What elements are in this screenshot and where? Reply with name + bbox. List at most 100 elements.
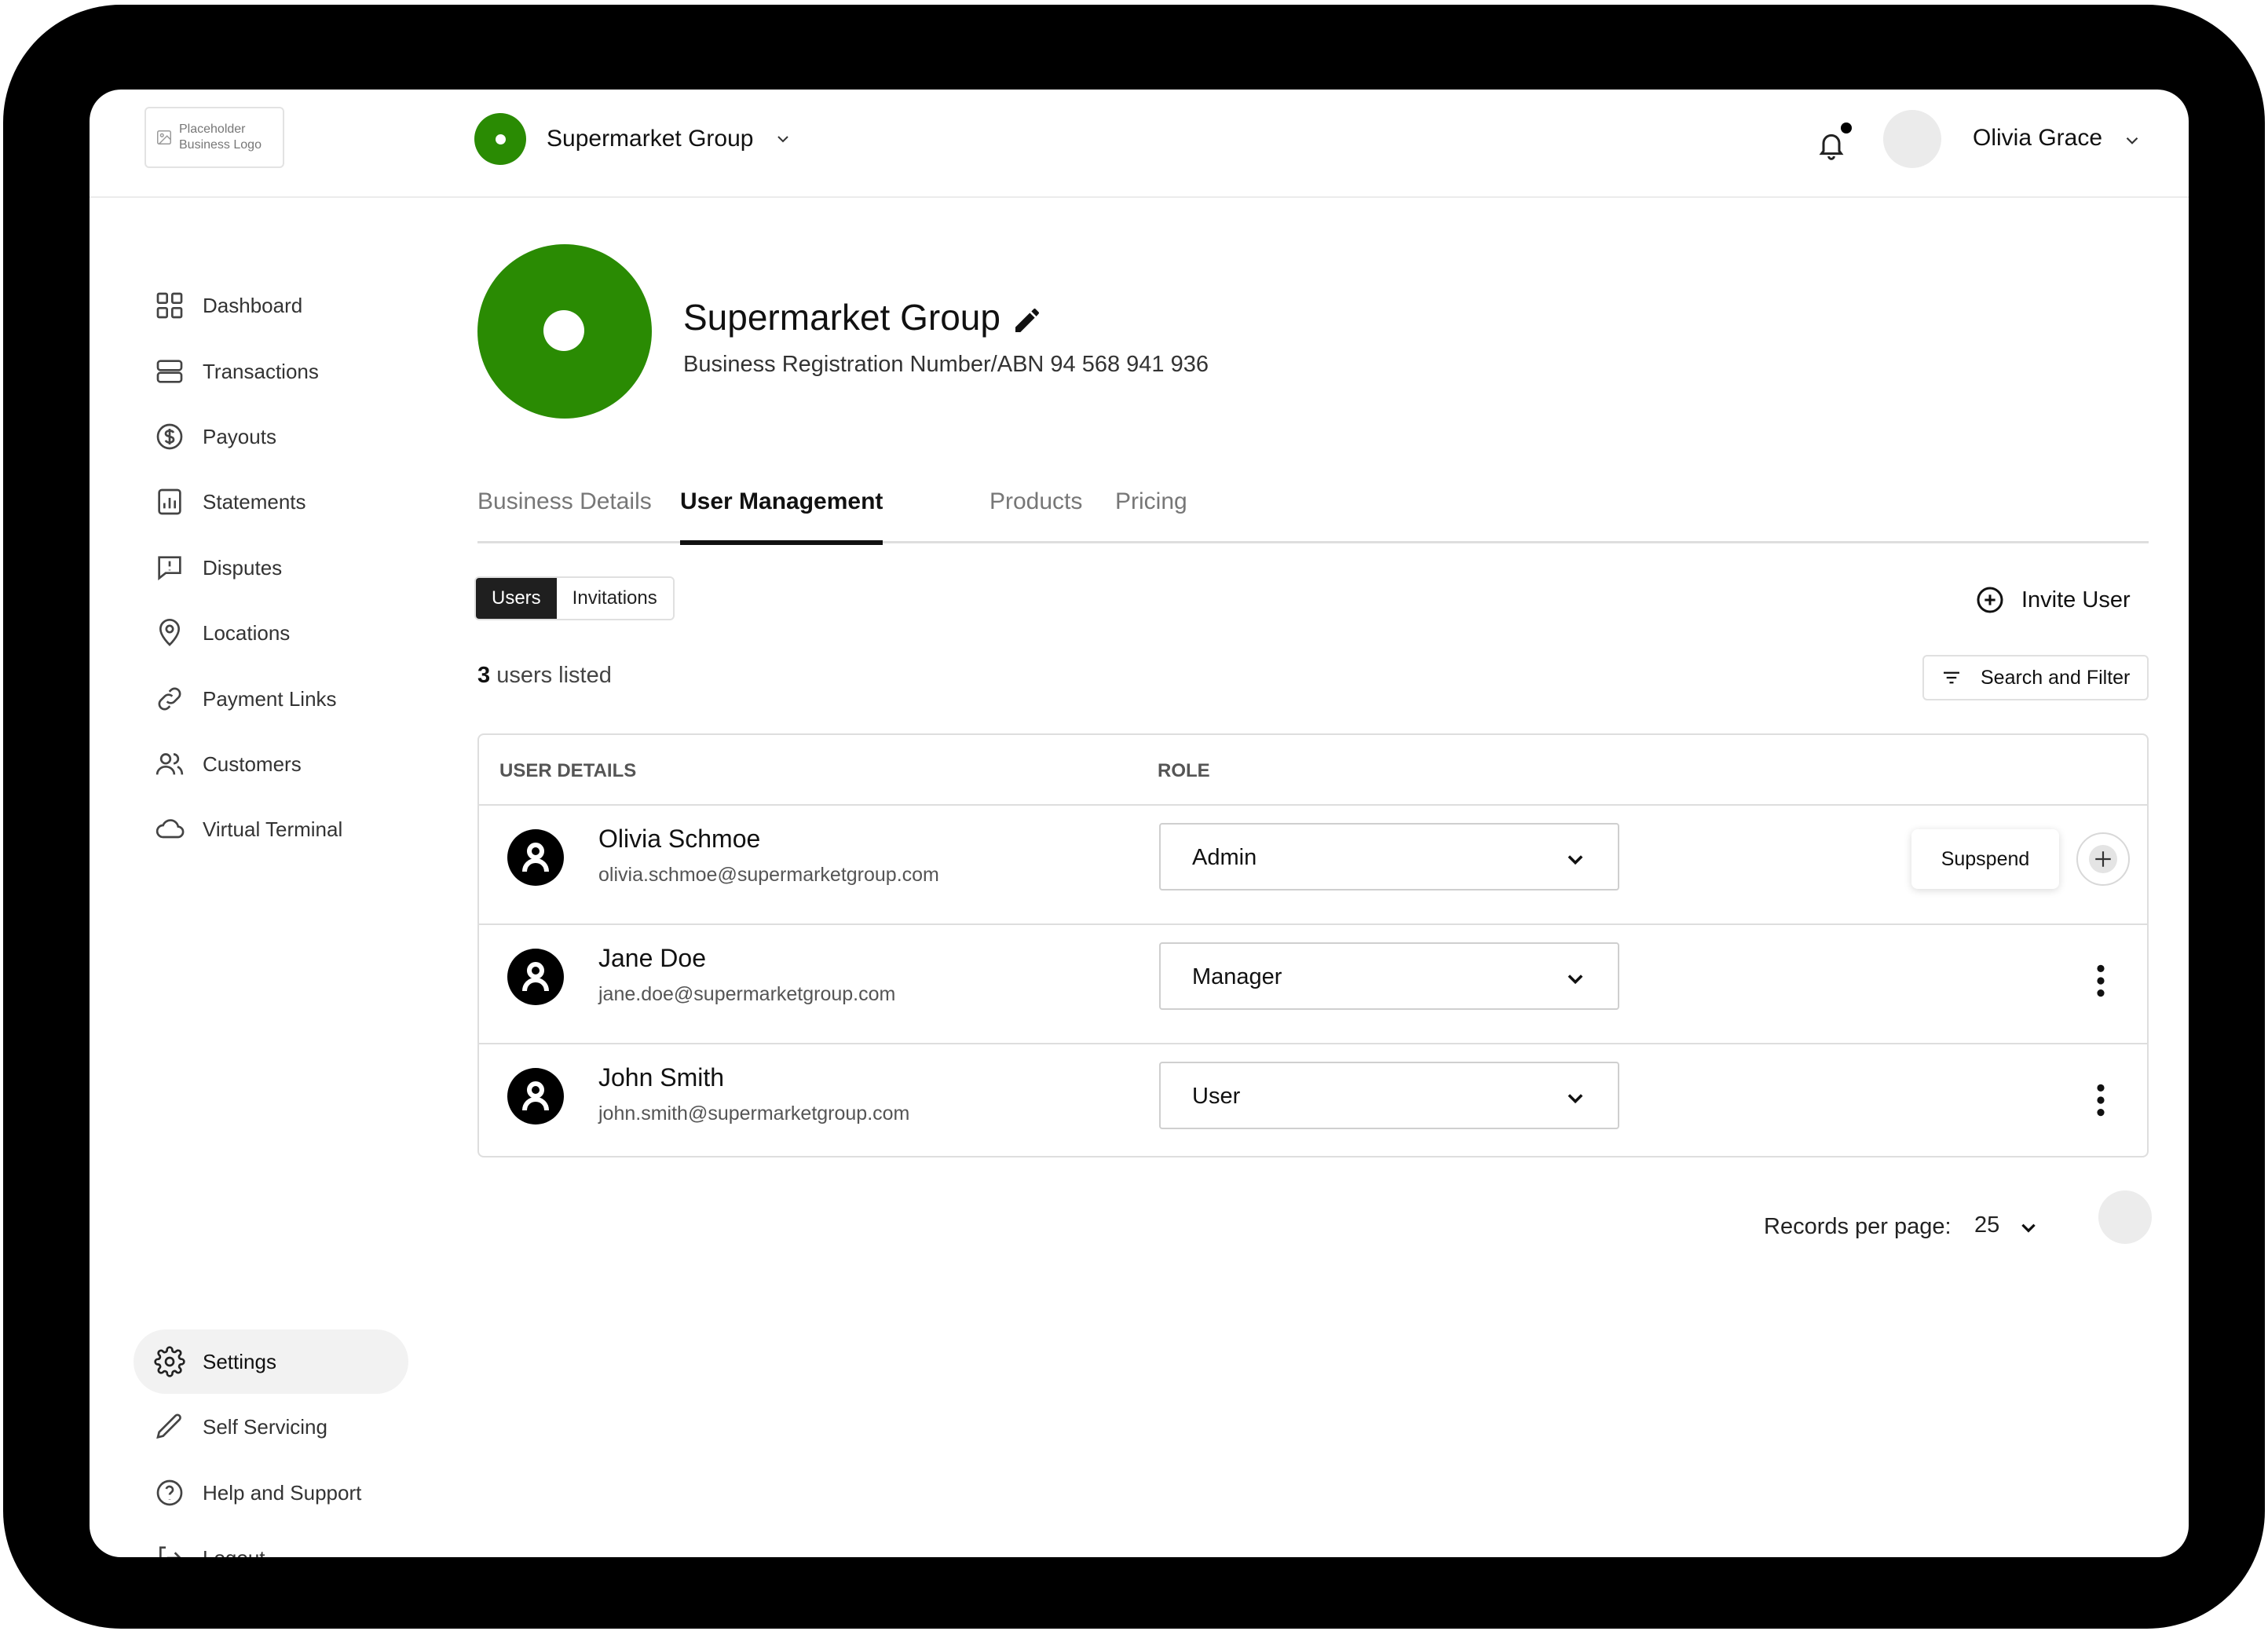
logout-icon xyxy=(159,1546,181,1557)
sidebar-item-label: Virtual Terminal xyxy=(203,817,343,841)
role-select[interactable]: Admin xyxy=(1159,823,1619,890)
sidebar-item-label: Locations xyxy=(203,620,291,645)
more-vertical-icon[interactable] xyxy=(2081,1081,2120,1120)
user-avatar[interactable] xyxy=(1883,110,1941,168)
column-header-role: ROLE xyxy=(1158,760,1210,781)
users-icon xyxy=(155,753,184,775)
sidebar-item-settings[interactable]: Settings xyxy=(134,1329,408,1394)
segment-users[interactable]: Users xyxy=(476,578,557,619)
top-bar: Placeholder Business Logo Supermarket Gr… xyxy=(90,90,2189,198)
user-name: Olivia Schmoe xyxy=(598,825,761,853)
more-vertical-icon[interactable] xyxy=(2081,961,2120,1000)
person-icon xyxy=(522,1081,549,1111)
business-logo[interactable]: Placeholder Business Logo xyxy=(144,107,284,168)
bell-icon xyxy=(1819,133,1844,160)
pagination-button[interactable] xyxy=(2098,1190,2152,1244)
sidebar-item-label: Transactions xyxy=(203,359,319,383)
search-filter-label: Search and Filter xyxy=(1981,666,2131,689)
sidebar-item-self-servicing[interactable]: Self Servicing xyxy=(134,1395,408,1459)
sidebar-item-label: Payment Links xyxy=(203,686,337,711)
sidebar-item-label: Self Servicing xyxy=(203,1414,327,1439)
cloud-icon xyxy=(155,819,185,839)
suspend-button[interactable]: Supspend xyxy=(1911,829,2059,889)
records-per-page-select[interactable]: 25 xyxy=(1974,1212,1999,1238)
sidebar-item-transactions[interactable]: Transactions xyxy=(134,339,408,404)
page-title: Supermarket Group xyxy=(683,297,1000,338)
app-screen: Placeholder Business Logo Supermarket Gr… xyxy=(90,90,2189,1557)
segment-invitations[interactable]: Invitations xyxy=(556,578,673,619)
role-select[interactable]: Manager xyxy=(1159,942,1619,1010)
sidebar-item-disputes[interactable]: Disputes xyxy=(134,536,408,600)
chevron-down-icon[interactable] xyxy=(2018,1217,2039,1238)
sidebar-item-label: Payouts xyxy=(203,424,276,448)
sidebar-item-label: Help and Support xyxy=(203,1480,362,1505)
row-actions-button[interactable] xyxy=(2076,832,2130,886)
sidebar-item-payouts[interactable]: Payouts xyxy=(134,404,408,469)
plus-icon xyxy=(2095,851,2111,867)
tab-pricing[interactable]: Pricing xyxy=(1115,481,1187,543)
users-count-suffix: users listed xyxy=(490,663,612,688)
business-avatar xyxy=(474,113,526,165)
grid-icon xyxy=(156,292,183,319)
tab-user-management[interactable]: User Management xyxy=(680,481,883,545)
map-pin-icon xyxy=(159,619,181,646)
user-name: Jane Doe xyxy=(598,944,706,972)
sidebar-item-label: Customers xyxy=(203,752,302,776)
role-select[interactable]: User xyxy=(1159,1062,1619,1129)
sidebar-item-label: Statements xyxy=(203,489,306,514)
sidebar-item-virtual-terminal[interactable]: Virtual Terminal xyxy=(134,797,408,861)
business-registration: Business Registration Number/ABN 94 568 … xyxy=(683,352,1209,377)
filter-icon xyxy=(1944,671,1959,684)
users-table: USER DETAILS ROLE Olivia Schmoe olivia.s… xyxy=(477,733,2149,1157)
logo-text: Placeholder Business Logo xyxy=(179,123,262,152)
user-name: John Smith xyxy=(598,1063,725,1092)
user-name[interactable]: Olivia Grace xyxy=(1973,125,2102,152)
bar-chart-icon xyxy=(158,488,181,515)
business-switcher[interactable]: Supermarket Group xyxy=(474,113,792,165)
edit-pencil-icon[interactable] xyxy=(1011,305,1043,336)
sidebar-item-payment-links[interactable]: Payment Links xyxy=(134,667,408,731)
plus-circle-icon xyxy=(1977,587,2003,613)
users-count: 3 users listed xyxy=(477,663,612,689)
user-email: olivia.schmoe@supermarketgroup.com xyxy=(598,864,939,886)
user-avatar xyxy=(507,1068,564,1125)
sidebar-item-dashboard[interactable]: Dashboard xyxy=(134,273,408,338)
sidebar-item-label: Disputes xyxy=(203,555,283,580)
chevron-down-icon[interactable] xyxy=(2122,130,2142,151)
notification-badge xyxy=(1841,123,1852,133)
users-invitations-toggle: Users Invitations xyxy=(474,576,675,620)
invite-user-button[interactable]: Invite User xyxy=(1974,584,2131,616)
sidebar-item-label: Logout xyxy=(203,1546,265,1558)
sidebar-item-help[interactable]: Help and Support xyxy=(134,1461,408,1525)
chevron-down-icon xyxy=(1567,975,1583,985)
tab-business-details[interactable]: Business Details xyxy=(477,481,652,543)
table-row: John Smith john.smith@supermarketgroup.c… xyxy=(479,1044,2147,1156)
image-placeholder-icon xyxy=(157,130,171,144)
person-icon xyxy=(522,843,549,872)
sidebar-item-label: Dashboard xyxy=(203,293,303,317)
chevron-down-icon xyxy=(1567,855,1583,865)
person-icon xyxy=(522,962,549,992)
table-row: Olivia Schmoe olivia.schmoe@supermarketg… xyxy=(479,806,2147,925)
sidebar-item-customers[interactable]: Customers xyxy=(134,732,408,796)
chevron-down-icon xyxy=(777,136,789,143)
tab-products[interactable]: Products xyxy=(990,481,1082,543)
users-count-number: 3 xyxy=(477,663,491,688)
search-filter-button[interactable]: Search and Filter xyxy=(1922,655,2149,700)
role-select-value: Admin xyxy=(1192,845,1257,870)
column-header-user-details: USER DETAILS xyxy=(499,760,637,781)
dollar-icon xyxy=(156,423,183,450)
business-name: Supermarket Group xyxy=(547,126,754,152)
notifications-button[interactable] xyxy=(1816,123,1853,163)
table-header: USER DETAILS ROLE xyxy=(479,735,2147,806)
link-icon xyxy=(158,687,181,711)
gear-icon xyxy=(154,1346,185,1377)
sidebar-item-logout[interactable]: Logout xyxy=(134,1526,408,1557)
tablet-frame: Placeholder Business Logo Supermarket Gr… xyxy=(3,5,2265,1629)
suspend-label: Supspend xyxy=(1941,847,2030,870)
business-avatar-large xyxy=(477,244,652,419)
tab-bar: Business Details User Management Product… xyxy=(477,481,2149,545)
sidebar-item-statements[interactable]: Statements xyxy=(134,470,408,534)
sidebar-item-locations[interactable]: Locations xyxy=(134,601,408,665)
role-select-value: Manager xyxy=(1192,964,1282,989)
